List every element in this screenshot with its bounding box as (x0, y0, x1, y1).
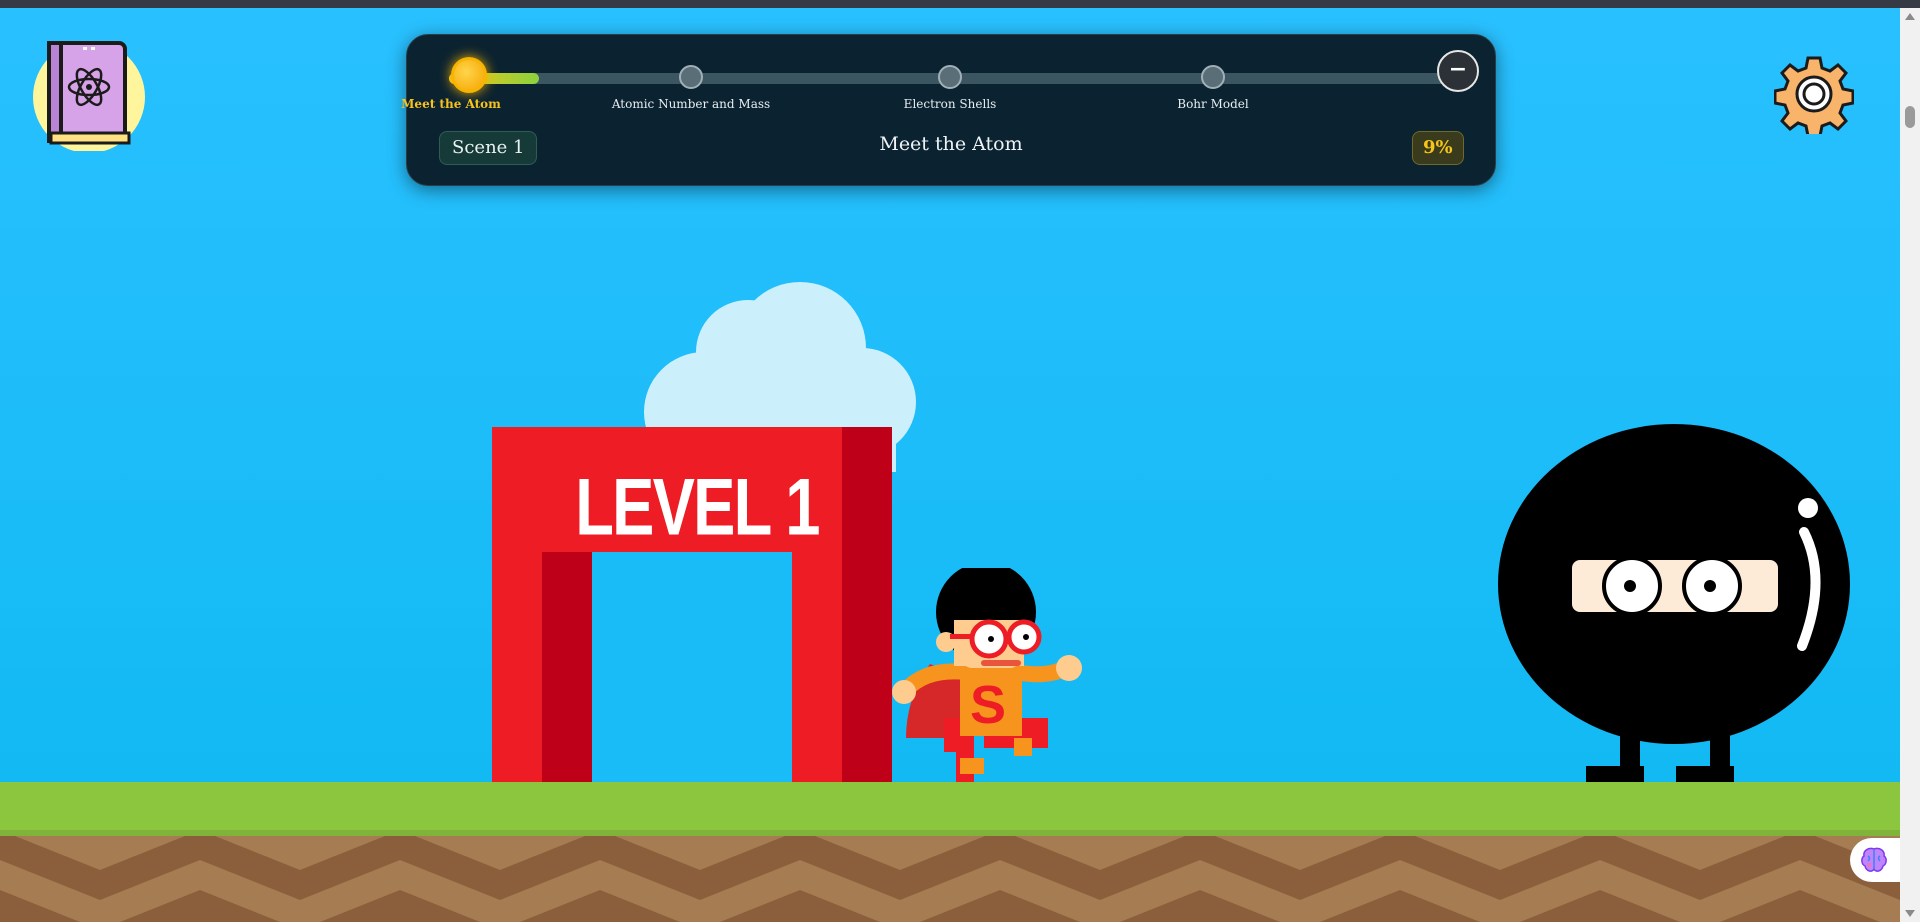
gate-label: LEVEL 1 (575, 462, 819, 552)
step-node-electron-shells[interactable] (938, 65, 962, 89)
page-scrollbar[interactable] (1900, 8, 1920, 922)
scrollbar-thumb[interactable] (1905, 106, 1915, 128)
lesson-progress-panel: − Meet the Atom Atomic Number and Mass E… (401, 34, 1496, 186)
assistant-button[interactable] (1850, 838, 1900, 882)
collapse-button[interactable]: − (1437, 50, 1479, 92)
gear-icon[interactable] (1774, 54, 1854, 134)
step-label-meet-the-atom[interactable]: Meet the Atom (401, 97, 501, 111)
atom-book-icon[interactable] (31, 35, 147, 151)
hero-character: S (892, 568, 1082, 792)
level-gate: LEVEL 1 (492, 427, 892, 791)
browser-top-bar (0, 0, 1920, 8)
scroll-up-arrow-icon[interactable] (1905, 13, 1915, 20)
progress-percent: 9% (1412, 131, 1464, 165)
step-label-electron-shells[interactable]: Electron Shells (904, 97, 997, 111)
step-label-bohr-model[interactable]: Bohr Model (1177, 97, 1248, 111)
scroll-down-arrow-icon[interactable] (1905, 910, 1915, 917)
brain-icon (1861, 847, 1887, 872)
step-node-bohr-model[interactable] (1201, 65, 1225, 89)
step-node-atomic-number[interactable] (679, 65, 703, 89)
step-node-meet-the-atom[interactable] (451, 57, 487, 93)
scene-title: Meet the Atom (879, 133, 1023, 155)
grass-ground (0, 782, 1900, 834)
step-label-atomic-number[interactable]: Atomic Number and Mass (612, 97, 770, 111)
dirt-ground (0, 830, 1900, 922)
ninja-enemy (1498, 424, 1850, 786)
hero-emblem: S (970, 675, 1006, 735)
